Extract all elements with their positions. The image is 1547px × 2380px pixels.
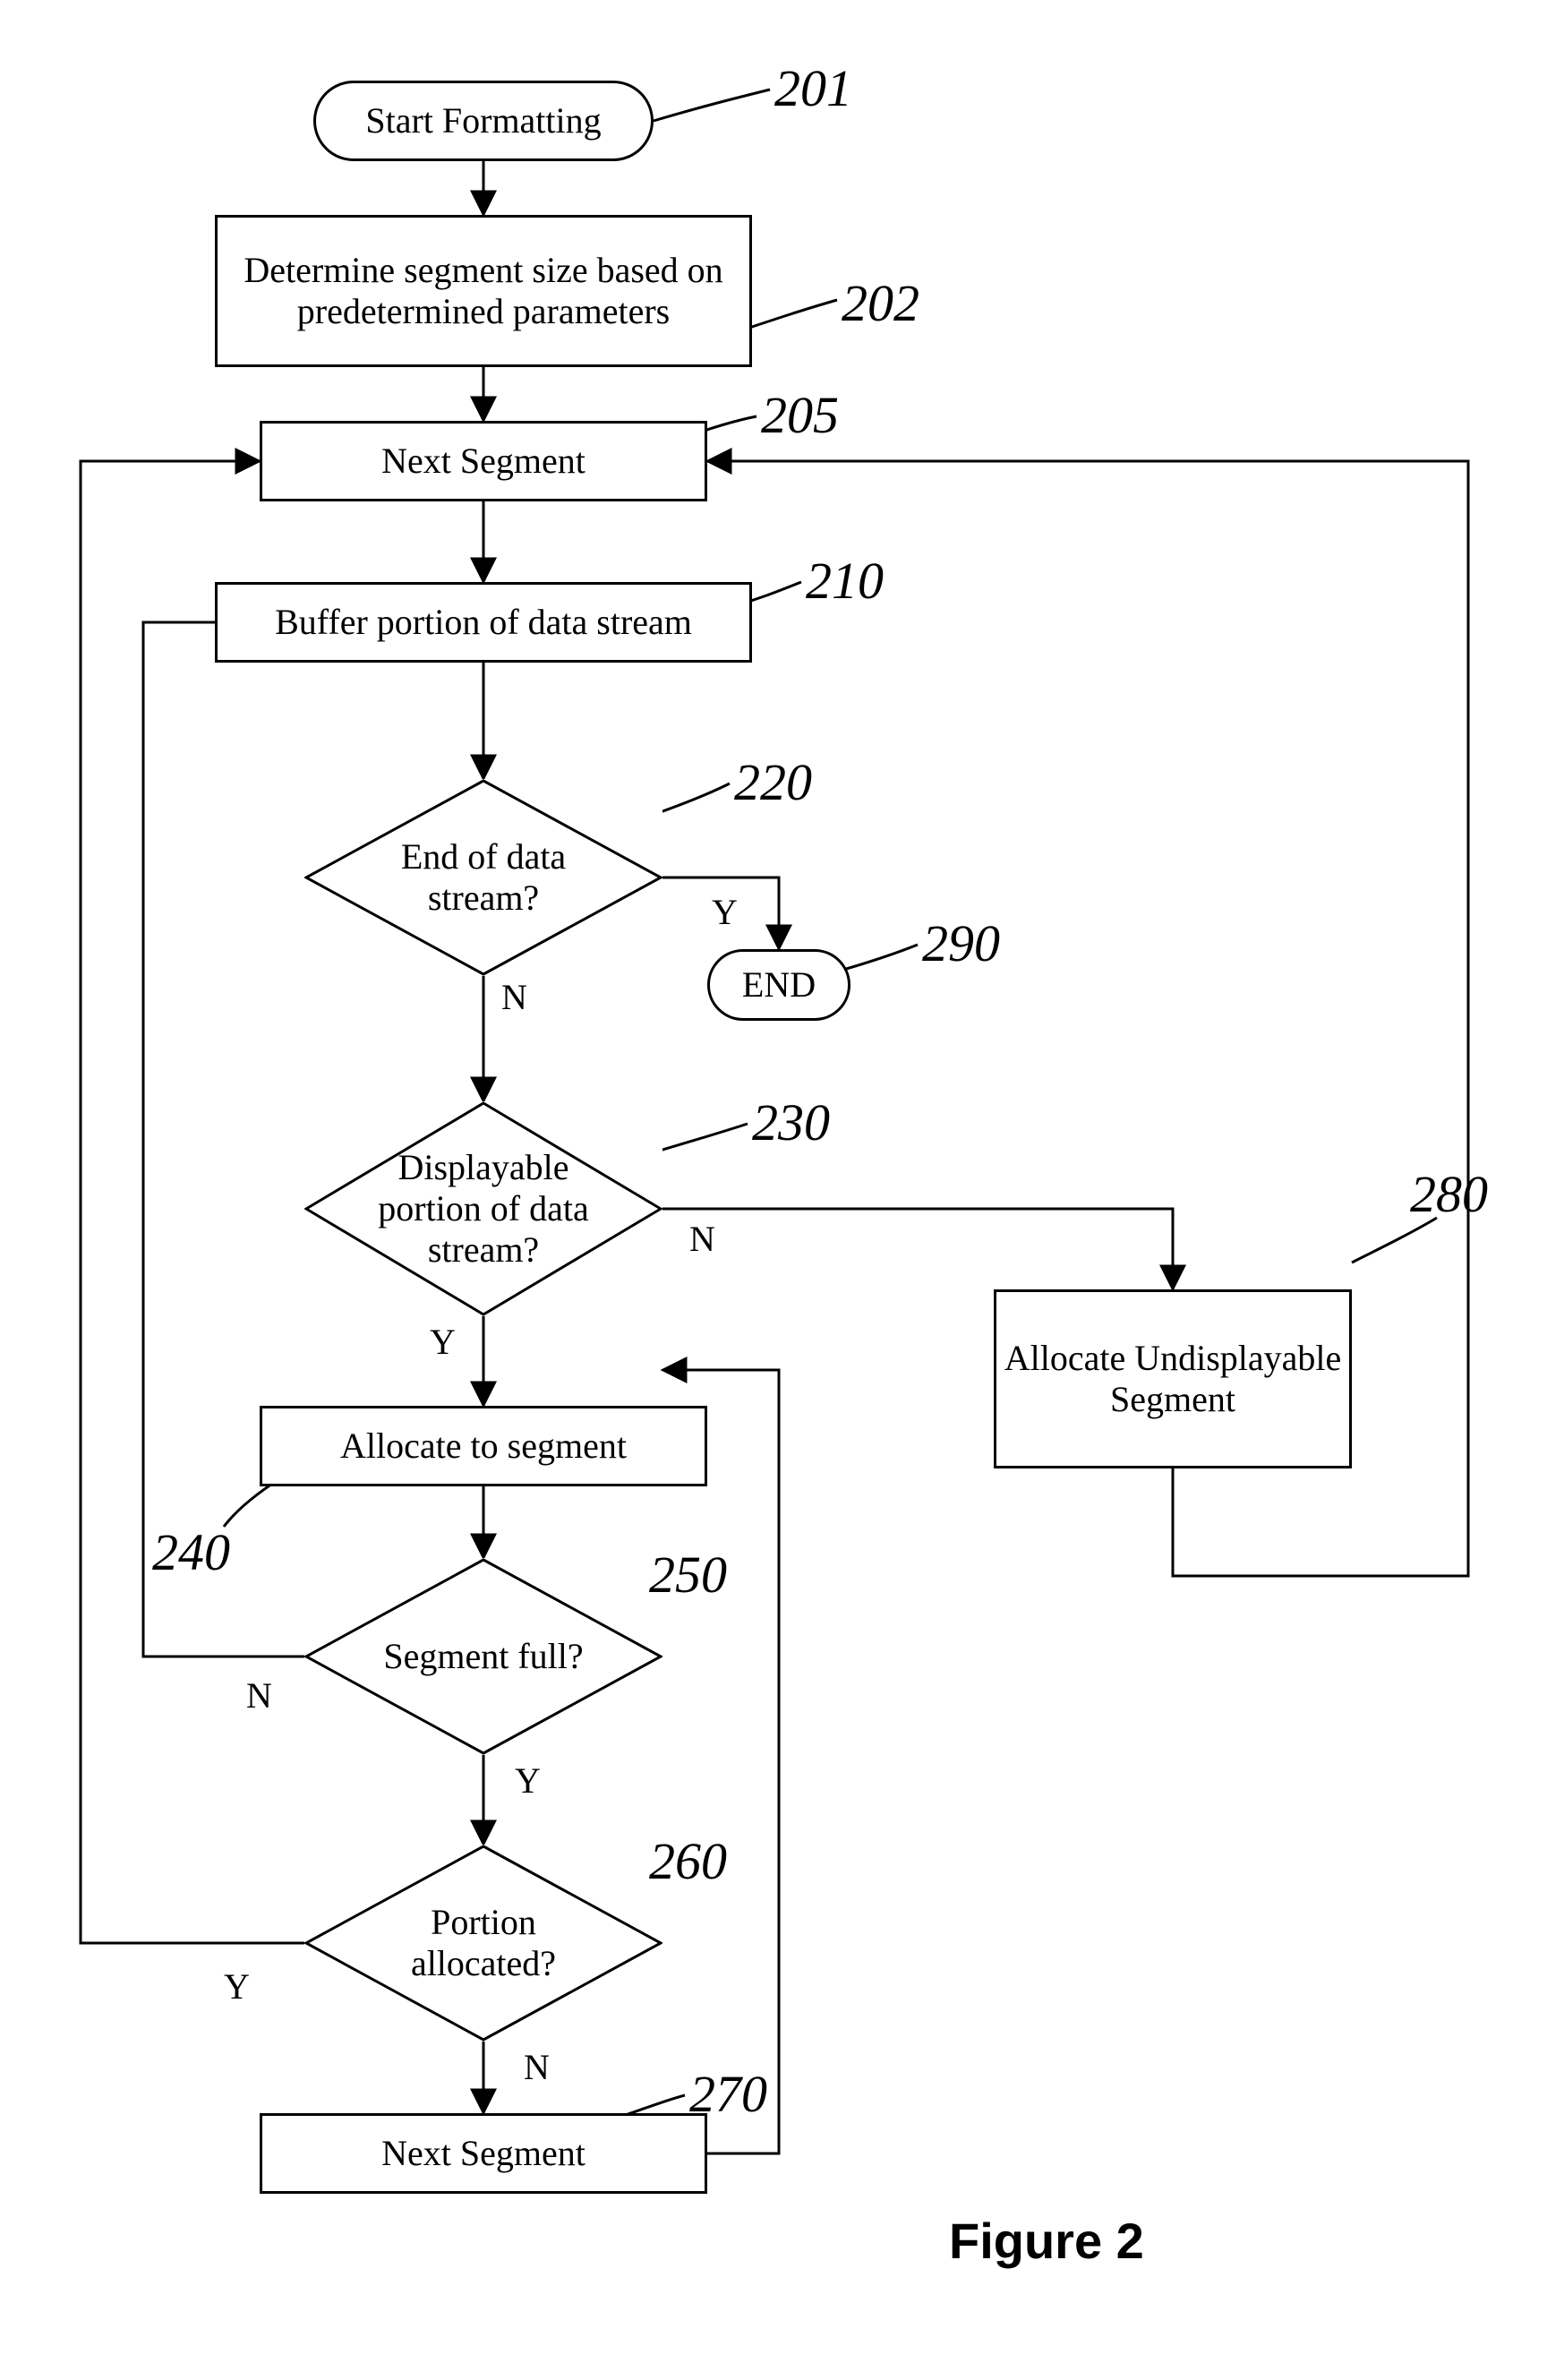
node-text: Displayable portion of data stream?: [358, 1147, 609, 1271]
terminator-end: END: [707, 949, 850, 1021]
node-text: Portion allocated?: [358, 1902, 609, 1984]
label-230-n: N: [689, 1218, 715, 1260]
node-text: End of data stream?: [358, 836, 609, 919]
process-allocate-undisplayable: Allocate Undisplayable Segment: [994, 1289, 1352, 1468]
ref-230: 230: [752, 1092, 830, 1152]
process-buffer-portion: Buffer portion of data stream: [215, 582, 752, 663]
node-text: Next Segment: [381, 2133, 585, 2174]
ref-202: 202: [842, 273, 919, 333]
process-next-segment-top: Next Segment: [260, 421, 707, 501]
ref-210: 210: [806, 551, 884, 611]
node-text: Allocate to segment: [340, 1425, 627, 1467]
ref-250: 250: [649, 1545, 727, 1605]
decision-segment-full: Segment full?: [304, 1558, 662, 1755]
label-230-y: Y: [430, 1321, 456, 1363]
decision-portion-allocated: Portion allocated?: [304, 1845, 662, 2042]
label-250-n: N: [246, 1674, 272, 1717]
label-260-y: Y: [224, 1965, 250, 2008]
label-260-n: N: [524, 2046, 550, 2088]
figure-caption: Figure 2: [949, 2212, 1144, 2270]
node-text: END: [742, 964, 816, 1006]
ref-260: 260: [649, 1831, 727, 1891]
process-allocate-to-segment: Allocate to segment: [260, 1406, 707, 1486]
ref-220: 220: [734, 752, 812, 812]
node-text: Determine segment size based on predeter…: [218, 250, 749, 332]
node-text: Buffer portion of data stream: [275, 602, 692, 643]
flowchart-canvas: Start Formatting 201 Determine segment s…: [0, 0, 1547, 2380]
ref-290: 290: [922, 913, 1000, 973]
ref-201: 201: [774, 58, 852, 118]
node-text: Next Segment: [381, 441, 585, 482]
label-220-y: Y: [712, 891, 738, 933]
label-220-n: N: [501, 976, 527, 1018]
process-next-segment-bottom: Next Segment: [260, 2113, 707, 2194]
ref-205: 205: [761, 385, 839, 445]
node-text: Segment full?: [383, 1636, 583, 1677]
ref-240: 240: [152, 1522, 230, 1582]
decision-end-of-stream: End of data stream?: [304, 779, 662, 976]
terminator-start: Start Formatting: [313, 81, 654, 161]
process-determine-segment-size: Determine segment size based on predeter…: [215, 215, 752, 367]
node-text: Start Formatting: [365, 100, 601, 141]
decision-displayable-portion: Displayable portion of data stream?: [304, 1101, 662, 1316]
label-250-y: Y: [515, 1759, 541, 1802]
node-text: Allocate Undisplayable Segment: [996, 1338, 1349, 1420]
ref-280: 280: [1410, 1164, 1488, 1224]
ref-270: 270: [689, 2064, 767, 2124]
